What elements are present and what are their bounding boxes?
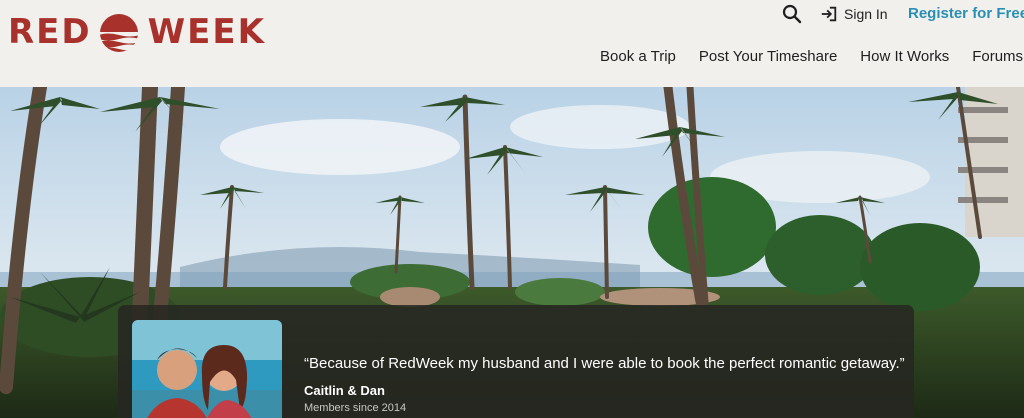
nav-forums[interactable]: Forums xyxy=(972,46,1023,68)
sunset-logo-icon xyxy=(99,14,138,52)
signin-arrow-icon xyxy=(821,6,837,22)
logo-word-red: RED xyxy=(8,12,92,52)
testimonial-card: “Because of RedWeek my husband and I wer… xyxy=(118,305,914,418)
nav-book-a-trip[interactable]: Book a Trip xyxy=(600,46,676,68)
main-nav: Book a Trip Post Your Timeshare How It W… xyxy=(600,46,1024,68)
signin-label: Sign In xyxy=(844,6,888,22)
search-button[interactable] xyxy=(782,4,802,24)
testimonial-member-since: Members since 2014 xyxy=(304,402,407,414)
logo-word-week: WEEK xyxy=(147,12,266,52)
testimonial-names: Caitlin & Dan xyxy=(304,383,385,398)
hero-banner: “Because of RedWeek my husband and I wer… xyxy=(0,87,1024,418)
redweek-logo[interactable]: RED WEEK xyxy=(8,12,266,52)
nav-how-it-works[interactable]: How It Works xyxy=(860,46,949,68)
register-link[interactable]: Register for Free! xyxy=(908,4,1024,24)
couple-photo-image xyxy=(132,320,282,418)
testimonial-quote: “Because of RedWeek my husband and I wer… xyxy=(304,355,905,372)
nav-post-your-timeshare[interactable]: Post Your Timeshare xyxy=(699,46,837,68)
site-header: RED WEEK Sign In Register for Free! Book… xyxy=(0,0,1024,87)
signin-link[interactable]: Sign In xyxy=(820,4,888,24)
testimonial-photo xyxy=(132,320,282,418)
search-icon xyxy=(782,4,802,24)
